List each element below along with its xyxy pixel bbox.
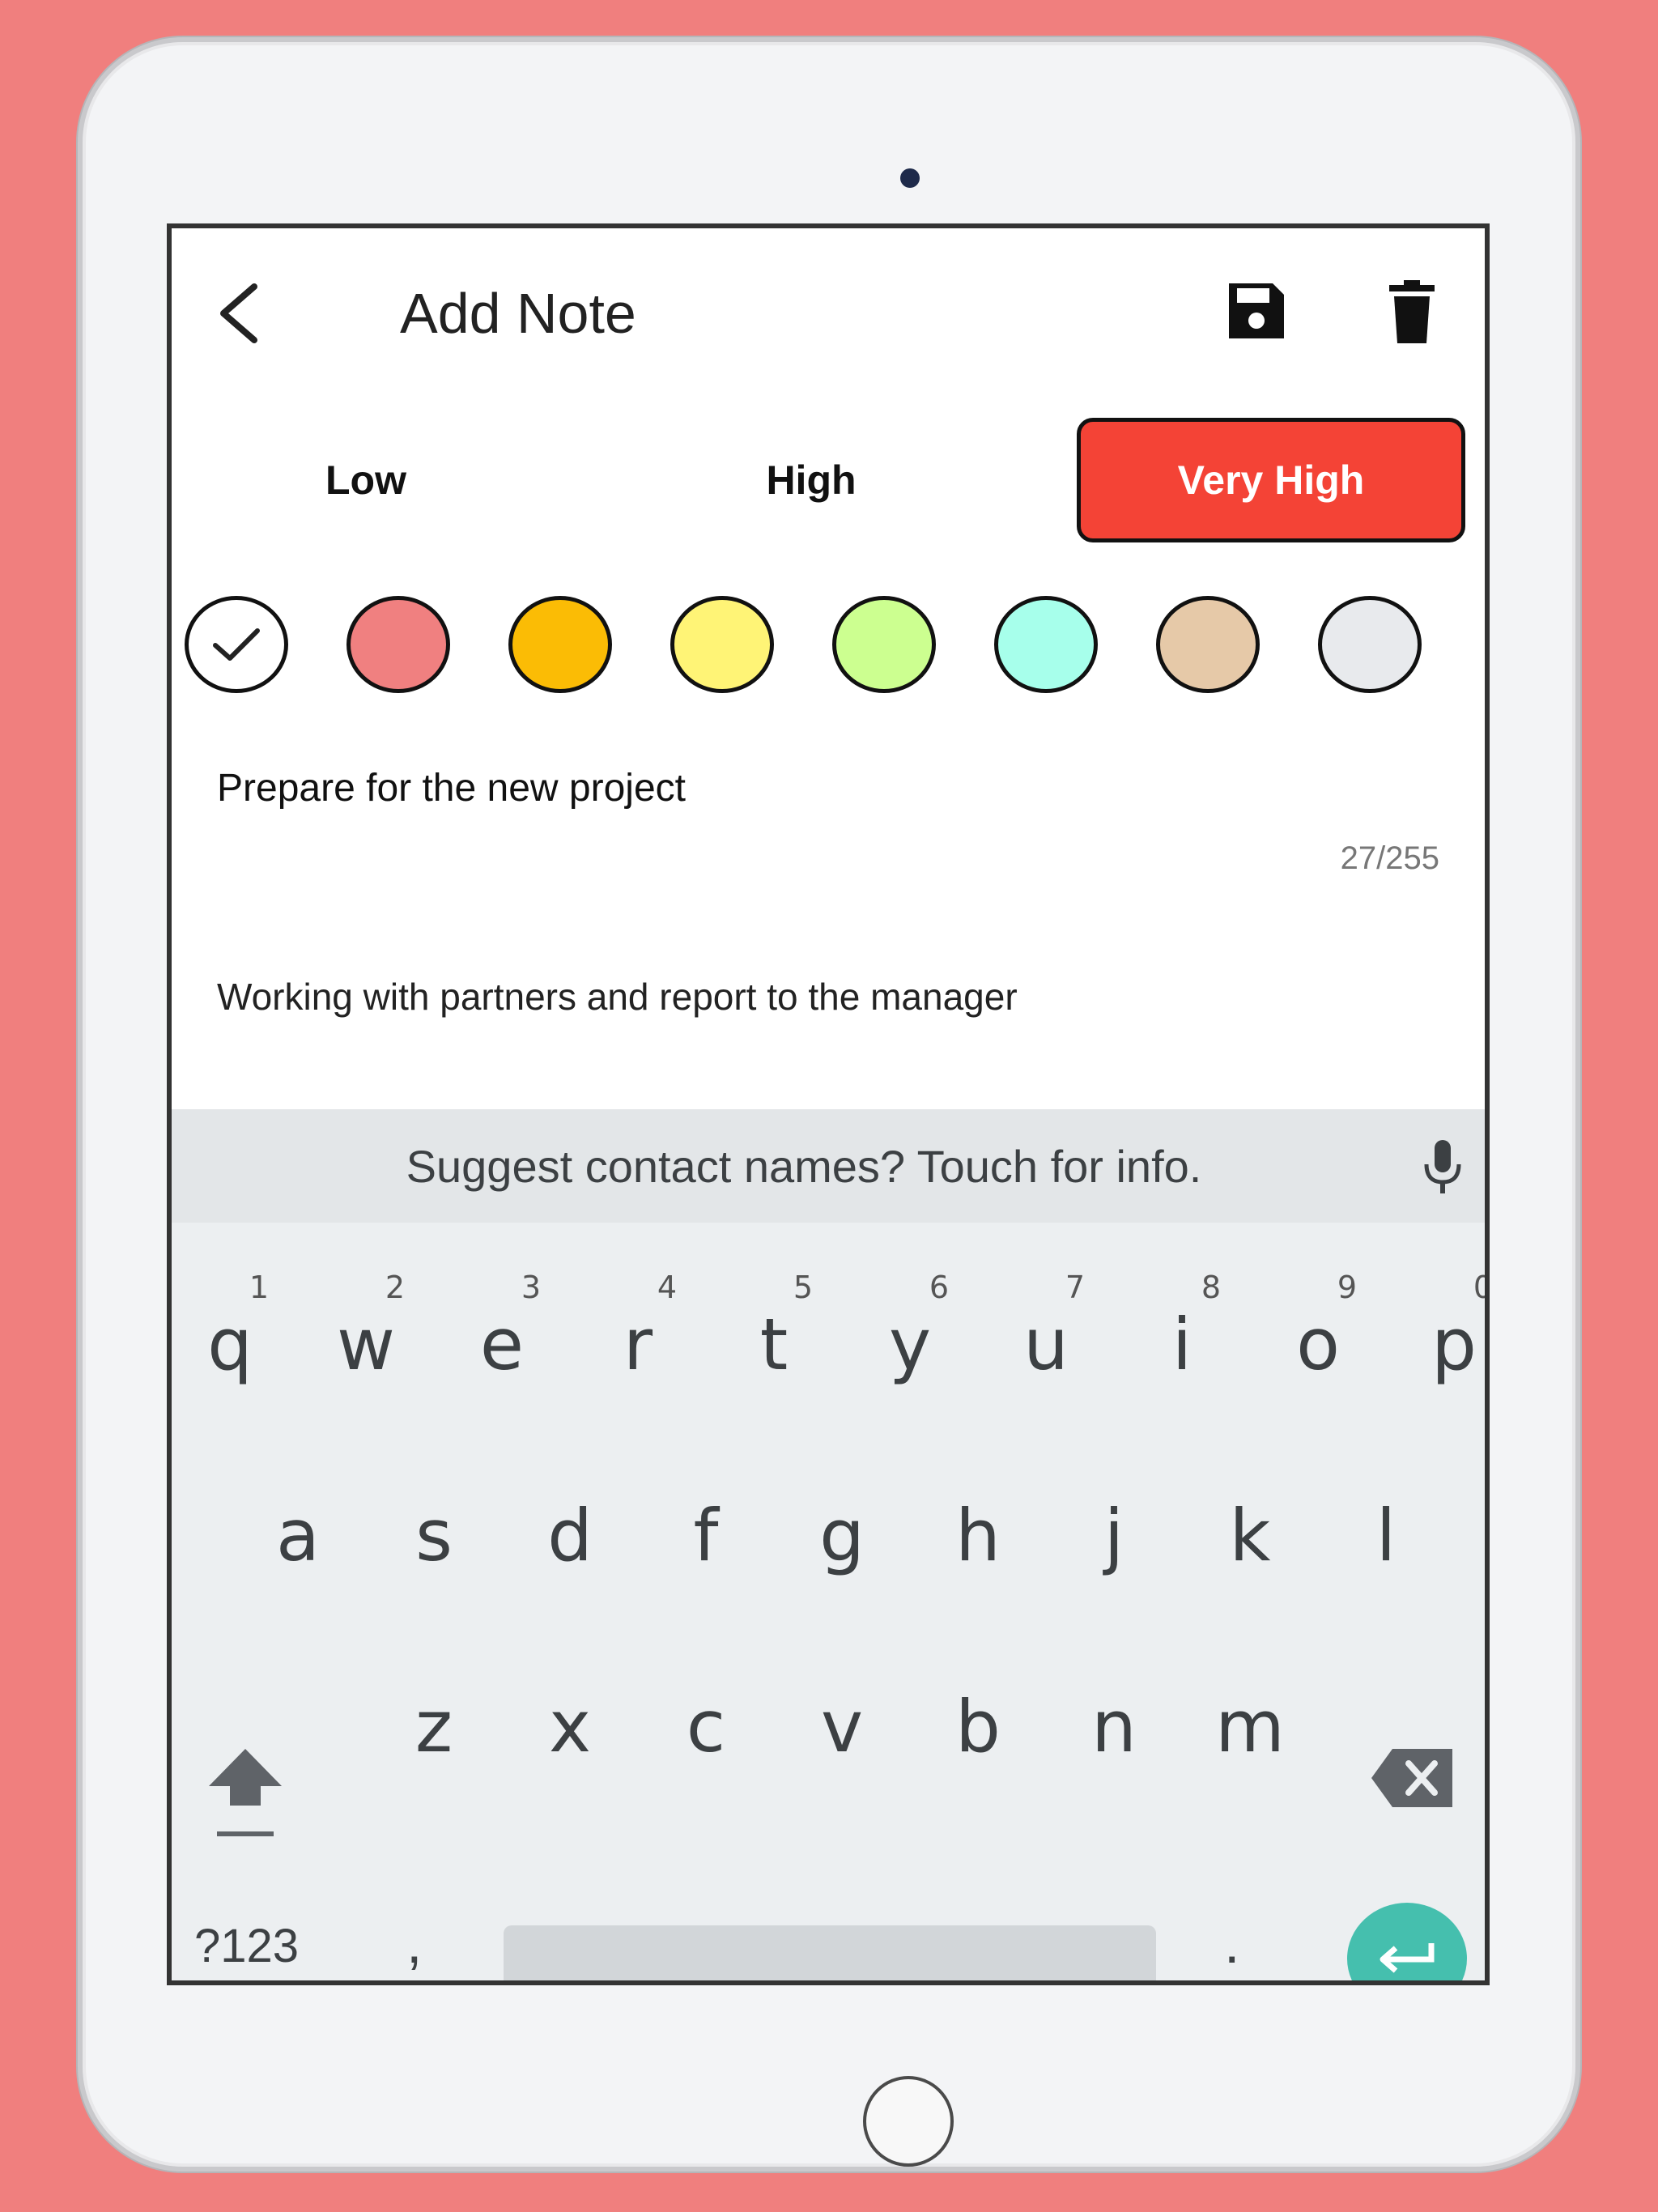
key-hint: 3 — [521, 1270, 541, 1305]
key-q[interactable]: q1 — [173, 1263, 287, 1425]
comma-key[interactable]: , — [406, 1911, 422, 1976]
color-swatch[interactable] — [994, 596, 1098, 693]
key-hint: 8 — [1201, 1270, 1221, 1305]
key-z[interactable]: z — [377, 1645, 491, 1807]
key-y[interactable]: y6 — [853, 1263, 967, 1425]
priority-low[interactable]: Low — [228, 418, 504, 542]
key-r[interactable]: r4 — [581, 1263, 695, 1425]
key-label: t — [759, 1302, 789, 1386]
key-b[interactable]: b — [921, 1645, 1035, 1807]
key-hint: 7 — [1065, 1270, 1085, 1305]
color-swatch[interactable] — [185, 596, 288, 693]
space-key[interactable] — [504, 1925, 1156, 1980]
key-hint: 5 — [793, 1270, 813, 1305]
key-label: y — [888, 1302, 932, 1386]
key-p[interactable]: p0 — [1397, 1263, 1485, 1425]
color-swatch[interactable] — [346, 596, 450, 693]
key-m[interactable]: m — [1193, 1645, 1307, 1807]
enter-key[interactable] — [1347, 1903, 1467, 1980]
key-label: n — [1091, 1684, 1137, 1768]
key-label: l — [1375, 1493, 1397, 1577]
trash-icon[interactable] — [1386, 279, 1438, 347]
key-j[interactable]: j — [1057, 1454, 1171, 1616]
shift-icon[interactable] — [201, 1741, 290, 1846]
soft-keyboard: Suggest contact names? Touch for info. ?… — [172, 1109, 1485, 1980]
chevron-left-icon[interactable] — [210, 277, 267, 350]
key-label: d — [547, 1493, 593, 1577]
key-u[interactable]: u7 — [989, 1263, 1103, 1425]
key-s[interactable]: s — [377, 1454, 491, 1616]
key-g[interactable]: g — [785, 1454, 899, 1616]
key-c[interactable]: c — [649, 1645, 763, 1807]
character-counter: 27/255 — [1340, 840, 1439, 876]
priority-high[interactable]: High — [674, 418, 949, 542]
suggestion-text: Suggest contact names? Touch for info. — [406, 1140, 1202, 1192]
key-t[interactable]: t5 — [717, 1263, 831, 1425]
key-hint: 9 — [1337, 1270, 1357, 1305]
key-w[interactable]: w2 — [309, 1263, 423, 1425]
key-o[interactable]: o9 — [1261, 1263, 1375, 1425]
app-bar: Add Note — [172, 228, 1485, 390]
key-hint: 1 — [249, 1270, 269, 1305]
key-i[interactable]: i8 — [1125, 1263, 1239, 1425]
key-d[interactable]: d — [513, 1454, 627, 1616]
key-e[interactable]: e3 — [445, 1263, 559, 1425]
key-label: x — [548, 1684, 592, 1768]
key-label: o — [1296, 1302, 1340, 1386]
key-label: i — [1171, 1302, 1192, 1386]
key-h[interactable]: h — [921, 1454, 1035, 1616]
key-label: g — [819, 1493, 865, 1577]
key-l[interactable]: l — [1329, 1454, 1443, 1616]
period-key[interactable]: . — [1224, 1911, 1239, 1976]
key-label: p — [1431, 1302, 1477, 1386]
key-v[interactable]: v — [785, 1645, 899, 1807]
key-label: a — [276, 1493, 320, 1577]
key-label: k — [1229, 1493, 1271, 1577]
color-swatch[interactable] — [670, 596, 774, 693]
key-a[interactable]: a — [241, 1454, 355, 1616]
key-label: s — [415, 1493, 453, 1577]
key-hint: 6 — [929, 1270, 949, 1305]
key-label: q — [207, 1302, 253, 1386]
key-label: u — [1023, 1302, 1069, 1386]
key-label: b — [955, 1684, 1001, 1768]
key-label: f — [693, 1493, 719, 1577]
key-label: m — [1215, 1684, 1285, 1768]
priority-very-high[interactable]: Very High — [1077, 418, 1465, 542]
color-swatch[interactable] — [508, 596, 612, 693]
app-screen: Add Note Low High Very High Prepare for … — [167, 223, 1490, 1985]
page-title: Add Note — [400, 282, 636, 345]
key-hint: 0 — [1473, 1270, 1485, 1305]
priority-selector: Low High Very High — [172, 418, 1485, 547]
key-f[interactable]: f — [649, 1454, 763, 1616]
color-swatch[interactable] — [832, 596, 936, 693]
camera — [900, 168, 920, 188]
home-button[interactable] — [863, 2076, 954, 2167]
backspace-icon[interactable] — [1368, 1746, 1457, 1810]
color-swatch[interactable] — [1318, 596, 1422, 693]
key-label: v — [820, 1684, 864, 1768]
check-icon — [213, 628, 260, 661]
enter-icon — [1380, 1943, 1435, 1973]
key-label: j — [1103, 1493, 1124, 1577]
suggestion-strip[interactable]: Suggest contact names? Touch for info. — [172, 1109, 1485, 1223]
key-n[interactable]: n — [1057, 1645, 1171, 1807]
save-icon[interactable] — [1224, 279, 1289, 343]
note-body-field[interactable]: Working with partners and report to the … — [217, 975, 1018, 1019]
microphone-icon[interactable] — [1418, 1138, 1467, 1197]
key-hint: 4 — [657, 1270, 677, 1305]
key-label: r — [623, 1302, 653, 1386]
key-label: c — [686, 1684, 726, 1768]
color-swatch[interactable] — [1156, 596, 1260, 693]
symbols-key[interactable]: ?123 — [194, 1919, 299, 1973]
key-x[interactable]: x — [513, 1645, 627, 1807]
key-label: e — [479, 1302, 525, 1386]
key-hint: 2 — [385, 1270, 405, 1305]
color-swatches — [172, 596, 1485, 701]
key-label: w — [337, 1302, 395, 1386]
key-k[interactable]: k — [1193, 1454, 1307, 1616]
note-title-field[interactable]: Prepare for the new project — [217, 766, 686, 810]
key-label: h — [955, 1493, 1001, 1577]
key-label: z — [414, 1684, 453, 1768]
